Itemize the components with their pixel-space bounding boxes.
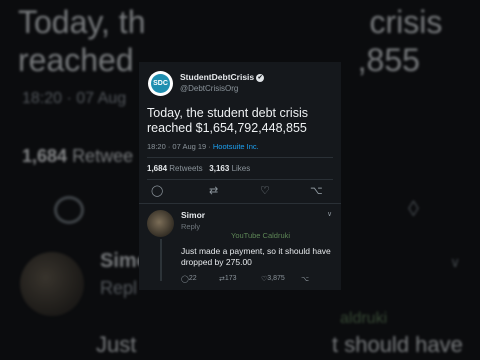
bg-reply-sub: Repl: [100, 278, 138, 298]
divider: [147, 157, 333, 158]
account-handle[interactable]: @DebtCrisisOrg: [180, 84, 238, 93]
tweet-card: SDC StudentDebtCrisis ✔ @DebtCrisisOrg To…: [139, 62, 341, 290]
thread-line: [160, 239, 162, 281]
bg-retweets: 1,684 Retwee: [22, 146, 133, 167]
like-count[interactable]: 3,163: [209, 164, 229, 173]
display-name[interactable]: StudentDebtCrisis ✔: [180, 72, 265, 82]
reply-like-count: 3,875: [267, 275, 285, 282]
bg-watermark: aldruki: [340, 310, 388, 327]
watermark: YouTube Caldruki: [231, 231, 291, 240]
reply-actions: ◯ 22 ⇄ 173 ♡ 3,875 ⌥: [181, 275, 331, 287]
bg-retweet-count: 1,684: [22, 146, 68, 166]
bg-timestamp: 18:20 · 07 Aug: [22, 90, 127, 107]
tweet-stats: 1,684 Retweets 3,163 Likes: [147, 164, 250, 173]
like-label[interactable]: Likes: [232, 164, 251, 173]
account-avatar[interactable]: SDC: [148, 71, 173, 96]
bg-chevron-icon: ∨: [450, 254, 461, 270]
tweet-source-link[interactable]: Hootsuite Inc.: [213, 142, 259, 151]
tweet-text: Today, the student debt crisis reached $…: [147, 106, 308, 135]
tweet-actions: ◯ ⇄ ♡ ⌥: [139, 184, 341, 200]
retweet-icon[interactable]: ⇄: [209, 184, 218, 197]
account-logo: SDC: [151, 74, 170, 93]
divider: [147, 179, 333, 180]
reply-author-name[interactable]: Simor: [181, 210, 205, 220]
bg-reply-text-left: Just: [96, 332, 137, 357]
verified-badge-icon: ✔: [256, 73, 265, 82]
reply-reply-count: 22: [188, 275, 197, 282]
retweet-count[interactable]: 1,684: [147, 164, 167, 173]
reply-icon[interactable]: ◯: [151, 184, 163, 197]
reply-retweet-button[interactable]: ⇄ 173: [219, 275, 237, 283]
reply-retweet-count: 173: [224, 275, 237, 282]
reply-text: Just made a payment, so it should have d…: [181, 246, 331, 267]
reply-share-icon[interactable]: ⌥: [301, 275, 309, 283]
bg-reply-icon: [54, 196, 84, 224]
bg-retweet-label: Retwee: [72, 146, 134, 166]
retweet-label[interactable]: Retweets: [169, 164, 202, 173]
reply-like-button[interactable]: ♡ 3,875: [261, 275, 285, 283]
share-icon[interactable]: ⌥: [310, 184, 323, 197]
reply-subtitle: Reply: [181, 222, 201, 231]
display-name-text: StudentDebtCrisis: [180, 72, 255, 82]
tweet-meta: 18:20 · 07 Aug 19 · Hootsuite Inc.: [147, 142, 259, 151]
divider: [139, 203, 341, 204]
bg-reply-text-right: t should have: [332, 332, 463, 357]
bg-avatar: [20, 252, 84, 316]
reply-avatar[interactable]: [147, 210, 174, 237]
like-icon[interactable]: ♡: [260, 184, 270, 197]
tweet-timestamp: 18:20 · 07 Aug 19 ·: [147, 142, 213, 151]
bg-share-icon: ◊: [408, 196, 419, 221]
reply-reply-button[interactable]: ◯ 22: [181, 275, 197, 283]
bg-tweet-line-1: Today, th crisis: [18, 4, 443, 40]
chevron-down-icon[interactable]: ∨: [327, 210, 332, 218]
